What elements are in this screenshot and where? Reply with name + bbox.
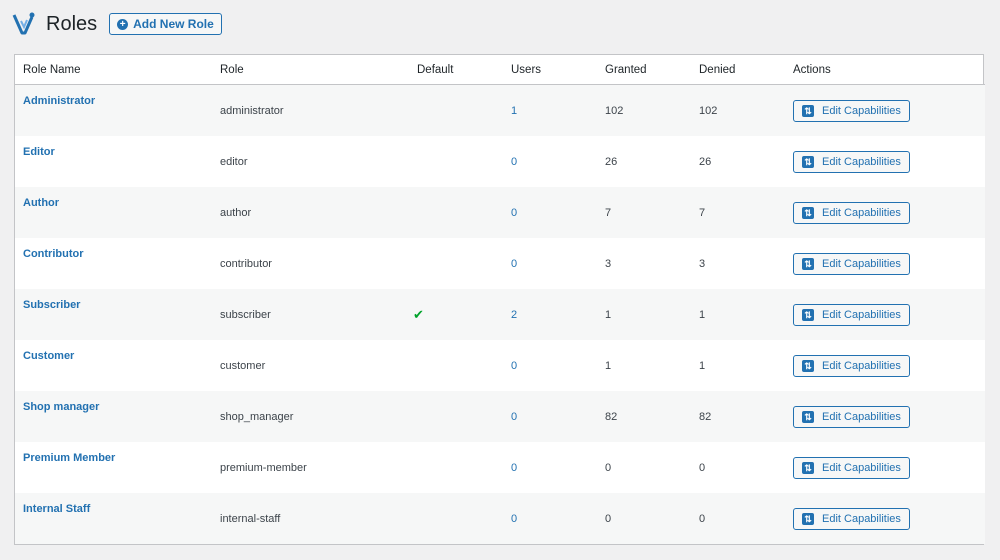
denied-count: 0 <box>699 461 706 474</box>
granted-count: 3 <box>605 257 612 270</box>
role-slug: subscriber <box>220 308 271 321</box>
capabilities-icon: ⇅ <box>802 206 814 219</box>
edit-capabilities-button[interactable]: ⇅ Edit Capabilities <box>793 456 910 479</box>
granted-count: 0 <box>605 461 612 474</box>
edit-capabilities-label: Edit Capabilities <box>822 257 901 270</box>
edit-capabilities-button[interactable]: ⇅ Edit Capabilities <box>793 150 910 173</box>
table-row: Contributor contributor 0 3 3 ⇅ Edit Capa… <box>15 238 985 289</box>
edit-capabilities-label: Edit Capabilities <box>822 410 901 423</box>
granted-count: 26 <box>605 155 618 168</box>
role-name-link[interactable]: Premium Member <box>23 452 204 464</box>
table-row: Editor editor 0 26 26 ⇅ Edit Capabilities <box>15 136 985 187</box>
add-new-role-button[interactable]: + Add New Role <box>109 13 222 35</box>
role-name-link[interactable]: Administrator <box>23 95 204 107</box>
edit-capabilities-label: Edit Capabilities <box>822 461 901 474</box>
role-name-link[interactable]: Subscriber <box>23 299 204 311</box>
table-header-row: Role Name Role Default Users Granted Den… <box>15 55 985 85</box>
denied-count: 102 <box>699 104 718 117</box>
role-slug: shop_manager <box>220 410 294 423</box>
granted-count: 82 <box>605 410 618 423</box>
users-count-link[interactable]: 2 <box>511 309 517 321</box>
users-count-link[interactable]: 0 <box>511 411 517 423</box>
edit-capabilities-button[interactable]: ⇅ Edit Capabilities <box>793 303 910 326</box>
edit-capabilities-label: Edit Capabilities <box>822 155 901 168</box>
column-header-default: Default <box>409 55 503 85</box>
role-slug: administrator <box>220 104 284 117</box>
page-header: Roles + Add New Role <box>12 10 222 38</box>
add-new-role-label: Add New Role <box>133 17 214 31</box>
edit-capabilities-button[interactable]: ⇅ Edit Capabilities <box>793 507 910 530</box>
capability-manager-logo-icon <box>12 12 35 35</box>
capabilities-icon: ⇅ <box>802 410 814 423</box>
column-header-role: Role <box>212 55 409 85</box>
granted-count: 102 <box>605 104 624 117</box>
users-count-link[interactable]: 0 <box>511 360 517 372</box>
role-slug: premium-member <box>220 461 307 474</box>
role-slug: contributor <box>220 257 272 270</box>
table-row: Subscriber subscriber ✔ 2 1 1 ⇅ Edit Capa… <box>15 289 985 340</box>
denied-count: 3 <box>699 257 706 270</box>
column-header-granted: Granted <box>597 55 691 85</box>
role-slug: customer <box>220 359 266 372</box>
users-count-link[interactable]: 0 <box>511 462 517 474</box>
capabilities-icon: ⇅ <box>802 461 814 474</box>
edit-capabilities-button[interactable]: ⇅ Edit Capabilities <box>793 354 910 377</box>
capabilities-icon: ⇅ <box>802 104 814 117</box>
table-row: Author author 0 7 7 ⇅ Edit Capabilities <box>15 187 985 238</box>
granted-count: 1 <box>605 308 612 321</box>
denied-count: 0 <box>699 512 706 525</box>
users-count-link[interactable]: 0 <box>511 207 517 219</box>
edit-capabilities-label: Edit Capabilities <box>822 359 901 372</box>
granted-count: 1 <box>605 359 612 372</box>
table-row: Internal Staff internal-staff 0 0 0 ⇅ Edi… <box>15 493 985 544</box>
role-slug: author <box>220 206 252 219</box>
edit-capabilities-button[interactable]: ⇅ Edit Capabilities <box>793 201 910 224</box>
capabilities-icon: ⇅ <box>802 257 814 270</box>
role-slug: internal-staff <box>220 512 281 525</box>
granted-count: 0 <box>605 512 612 525</box>
users-count-link[interactable]: 0 <box>511 513 517 525</box>
denied-count: 82 <box>699 410 712 423</box>
page-title: Roles <box>46 12 98 35</box>
denied-count: 1 <box>699 359 706 372</box>
role-name-link[interactable]: Shop manager <box>23 401 204 413</box>
roles-table: Role Name Role Default Users Granted Den… <box>15 55 985 544</box>
edit-capabilities-button[interactable]: ⇅ Edit Capabilities <box>793 252 910 275</box>
role-slug: editor <box>220 155 248 168</box>
column-header-users: Users <box>503 55 597 85</box>
column-header-denied: Denied <box>691 55 785 85</box>
denied-count: 7 <box>699 206 706 219</box>
capabilities-icon: ⇅ <box>802 308 814 321</box>
role-name-link[interactable]: Contributor <box>23 248 204 260</box>
edit-capabilities-button[interactable]: ⇅ Edit Capabilities <box>793 99 910 122</box>
table-row: Administrator administrator 1 102 102 ⇅ E… <box>15 84 985 136</box>
role-name-link[interactable]: Internal Staff <box>23 503 204 515</box>
role-name-link[interactable]: Author <box>23 197 204 209</box>
edit-capabilities-label: Edit Capabilities <box>822 206 901 219</box>
users-count-link[interactable]: 0 <box>511 156 517 168</box>
users-count-link[interactable]: 1 <box>511 105 517 117</box>
capabilities-icon: ⇅ <box>802 155 814 168</box>
table-row: Customer customer 0 1 1 ⇅ Edit Capabiliti… <box>15 340 985 391</box>
role-name-link[interactable]: Editor <box>23 146 204 158</box>
roles-table-container: Role Name Role Default Users Granted Den… <box>14 54 985 545</box>
edit-capabilities-label: Edit Capabilities <box>822 104 901 117</box>
edit-capabilities-button[interactable]: ⇅ Edit Capabilities <box>793 405 910 428</box>
table-row: Shop manager shop_manager 0 82 82 ⇅ Edit … <box>15 391 985 442</box>
plus-circle-icon: + <box>117 18 129 30</box>
denied-count: 1 <box>699 308 706 321</box>
table-row: Premium Member premium-member 0 0 0 ⇅ Edi… <box>15 442 985 493</box>
role-name-link[interactable]: Customer <box>23 350 204 362</box>
users-count-link[interactable]: 0 <box>511 258 517 270</box>
column-header-actions: Actions <box>785 55 985 85</box>
capabilities-icon: ⇅ <box>802 359 814 372</box>
granted-count: 7 <box>605 206 612 219</box>
default-check-icon: ✔ <box>413 306 424 322</box>
edit-capabilities-label: Edit Capabilities <box>822 512 901 525</box>
edit-capabilities-label: Edit Capabilities <box>822 308 901 321</box>
denied-count: 26 <box>699 155 712 168</box>
column-header-role-name: Role Name <box>15 55 212 85</box>
capabilities-icon: ⇅ <box>802 512 814 525</box>
